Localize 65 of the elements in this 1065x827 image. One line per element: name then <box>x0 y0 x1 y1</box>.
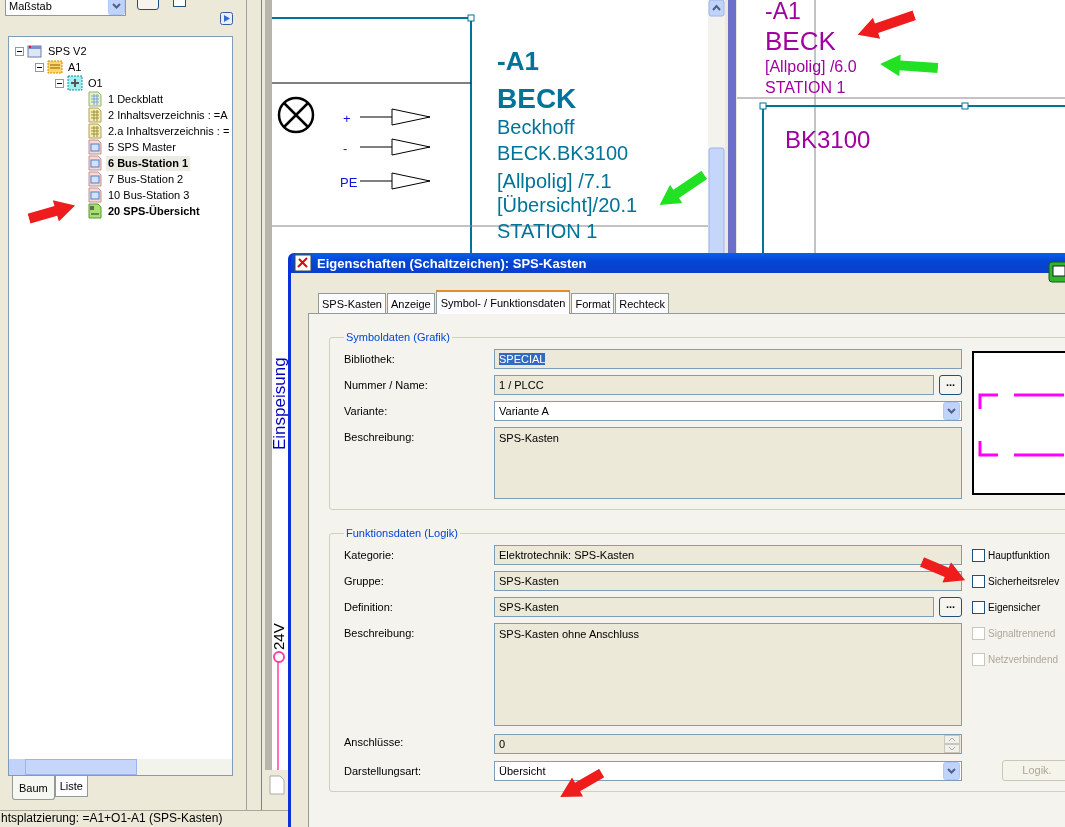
device-label: BECK.BK3100 <box>497 142 629 164</box>
tree-item[interactable]: 2 Inhaltsverzeichnis : =A <box>106 107 230 123</box>
input-field[interactable]: 0 <box>494 734 962 754</box>
panel-tab[interactable]: Liste <box>54 776 88 797</box>
field-label: Kategorie: <box>344 548 396 563</box>
vertical-label: 24V <box>270 623 287 650</box>
tree-item[interactable]: SPS V2 <box>46 43 89 59</box>
input-field[interactable]: SPS-Kasten <box>494 571 962 591</box>
group-title: Funktionsdaten (Logik) <box>345 527 459 539</box>
tree-item[interactable]: A1 <box>66 59 84 75</box>
tree-item[interactable]: 7 Bus-Station 2 <box>106 171 186 187</box>
field-label: Beschreibung: <box>344 626 416 641</box>
field-label: Nummer / Name: <box>344 378 429 393</box>
device-label: [Allpolig] /6.0 <box>765 58 857 75</box>
dialog-tab[interactable]: Symbol- / Funktionsdaten <box>435 290 571 314</box>
device-label: BECK <box>765 26 836 56</box>
browse-button[interactable]: ... <box>939 375 962 395</box>
dropdown-field[interactable]: Übersicht <box>494 761 962 781</box>
input-field[interactable]: SPECIAL <box>494 349 962 369</box>
device-label: [Allpolig] /7.1 <box>497 170 612 192</box>
dialog-tab[interactable]: Anzeige <box>386 293 435 313</box>
field-label: Darstellungsart: <box>344 764 423 779</box>
device-label: STATION 1 <box>765 79 846 96</box>
connection-label: PE <box>340 175 358 190</box>
dialog-tab[interactable]: Format <box>571 293 615 313</box>
group-title: Symboldaten (Grafik) <box>345 331 451 343</box>
device-label: -A1 <box>497 46 539 76</box>
dialog-title: Eigenschaften (Schaltzeichen): SPS-Kasten <box>317 255 587 271</box>
dialog-tab[interactable]: Rechteck <box>615 293 670 313</box>
tree-item[interactable]: 10 Bus-Station 3 <box>106 187 192 203</box>
field-label: Gruppe: <box>344 574 385 589</box>
device-label: -A1 <box>765 0 801 24</box>
checkbox-label[interactable]: Eigensicher <box>988 601 1041 613</box>
device-label: STATION 1 <box>497 220 598 242</box>
status-text: htsplatzierung: =A1+O1-A1 (SPS-Kasten) <box>1 811 223 825</box>
input-field[interactable]: SPS-Kasten <box>494 597 934 617</box>
tree-item[interactable]: 5 SPS Master <box>106 139 178 155</box>
input-field[interactable]: SPS-Kasten <box>494 427 962 499</box>
field-label: Anschlüsse: <box>344 735 405 750</box>
checkbox-label[interactable]: Sicherheitsrelev <box>988 575 1060 587</box>
tree-item[interactable]: 1 Deckblatt <box>106 91 166 107</box>
vertical-label: Einspeisung <box>270 357 289 450</box>
tree-item[interactable]: 20 SPS-Übersicht <box>106 203 202 219</box>
tree-item[interactable]: 6 Bus-Station 1 <box>106 155 191 171</box>
field-label: Beschreibung: <box>344 430 416 445</box>
input-field[interactable]: SPS-Kasten ohne Anschluss <box>494 623 962 726</box>
device-label: Beckhoff <box>497 116 575 138</box>
checkbox-label[interactable]: Hauptfunktion <box>988 549 1050 561</box>
browse-button[interactable]: ... <box>939 597 962 617</box>
device-label: BECK <box>497 83 577 114</box>
scale-select[interactable]: Maßstab <box>5 0 126 16</box>
tree-item[interactable]: 2.a Inhaltsverzeichnis : = <box>106 123 232 139</box>
tree-item[interactable]: O1 <box>86 75 105 91</box>
field-label: Definition: <box>344 600 394 615</box>
input-field[interactable]: 1 / PLCC <box>494 375 934 395</box>
device-label: [Übersicht]/20.1 <box>497 194 638 216</box>
device-type: BK3100 <box>785 126 871 153</box>
connection-label: - <box>343 141 348 156</box>
dialog-tab[interactable]: SPS-Kasten <box>318 293 386 313</box>
dropdown-field[interactable]: Variante A <box>494 401 962 421</box>
field-label: Bibliothek: <box>344 352 396 367</box>
connection-label: + <box>343 111 351 126</box>
panel-tab[interactable]: Baum <box>12 776 55 800</box>
input-field[interactable]: Elektrotechnik: SPS-Kasten <box>494 545 962 565</box>
field-label: Variante: <box>344 404 389 419</box>
